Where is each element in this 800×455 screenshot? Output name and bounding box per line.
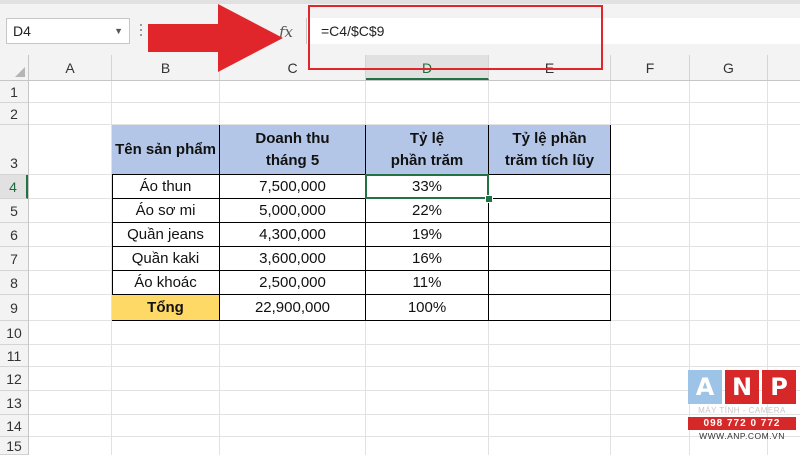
header-percent[interactable]: Tỷ lệ phần trăm	[366, 125, 489, 175]
gridline-horizontal	[29, 344, 800, 345]
revenue-cell[interactable]: 7,500,000	[220, 175, 366, 199]
header-percent-text: Tỷ lệ	[409, 129, 445, 147]
cumulative-cell[interactable]	[489, 247, 611, 271]
row-header-4[interactable]: 4	[0, 175, 28, 199]
revenue-cell[interactable]: 2,500,000	[220, 271, 366, 295]
header-cumulative-percent-text: Tỷ lệ phần	[512, 129, 587, 147]
revenue-cell[interactable]: 4,300,000	[220, 223, 366, 247]
row-header-7[interactable]: 7	[0, 247, 28, 271]
gridline-horizontal	[29, 102, 800, 103]
revenue-cell[interactable]: 3,600,000	[220, 247, 366, 271]
fill-handle[interactable]	[485, 195, 493, 203]
gridline-horizontal	[29, 414, 800, 415]
header-product-text: Tên sản phẩm	[115, 140, 216, 158]
row-headers: 1 2 3 4 5 6 7 8 9 10 11 12 13 14 15	[0, 81, 29, 455]
name-box-value: D4	[13, 23, 31, 39]
logo-tagline: MÁY TÍNH - CAMERA	[698, 406, 786, 415]
row-header-11[interactable]: 11	[0, 345, 28, 367]
product-cell[interactable]: Áo thun	[112, 175, 220, 199]
cumulative-cell[interactable]	[489, 223, 611, 247]
row-header-2[interactable]: 2	[0, 103, 28, 125]
header-percent-text: phần trăm	[390, 151, 464, 169]
gridline-horizontal	[29, 366, 800, 367]
row-header-12[interactable]: 12	[0, 367, 28, 391]
revenue-cell[interactable]: 5,000,000	[220, 199, 366, 223]
total-revenue-cell[interactable]: 22,900,000	[220, 295, 366, 321]
total-cumulative-cell[interactable]	[489, 295, 611, 321]
logo-letter-n: N	[725, 370, 759, 404]
row-header-5[interactable]: 5	[0, 199, 28, 223]
product-cell[interactable]: Quần kaki	[112, 247, 220, 271]
row-header-9[interactable]: 9	[0, 295, 28, 321]
column-headers: ABCDEFG	[0, 55, 800, 81]
header-product[interactable]: Tên sản phẩm	[112, 125, 220, 175]
column-header-d[interactable]: D	[366, 55, 489, 80]
percent-cell[interactable]: 33%	[366, 175, 489, 199]
logo-letter-a: A	[688, 370, 722, 404]
red-arrow-icon	[148, 4, 283, 72]
row-header-6[interactable]: 6	[0, 223, 28, 247]
header-revenue-text: tháng 5	[265, 151, 320, 169]
formula-bar-grip[interactable]	[139, 24, 143, 40]
percent-cell[interactable]: 16%	[366, 247, 489, 271]
row-header-1[interactable]: 1	[0, 81, 28, 103]
select-all-button[interactable]	[0, 55, 29, 80]
column-header-a[interactable]: A	[29, 55, 112, 80]
header-cumulative-percent[interactable]: Tỷ lệ phần trăm tích lũy	[489, 125, 611, 175]
formula-input[interactable]: =C4/$C$9	[306, 18, 800, 44]
gridline-horizontal	[29, 390, 800, 391]
percent-cell[interactable]: 11%	[366, 271, 489, 295]
formula-bar-area: D4 ▼ fx =C4/$C$9	[0, 0, 800, 55]
row-header-13[interactable]: 13	[0, 391, 28, 415]
chevron-down-icon[interactable]: ▼	[114, 19, 123, 43]
product-cell[interactable]: Quần jeans	[112, 223, 220, 247]
header-revenue-text: Doanh thu	[255, 129, 330, 147]
logo-phone: 098 772 0 772	[688, 417, 796, 430]
product-cell[interactable]: Áo khoác	[112, 271, 220, 295]
row-header-15[interactable]: 15	[0, 437, 28, 455]
cumulative-cell[interactable]	[489, 175, 611, 199]
worksheet-grid[interactable]: ABCDEFG 1 2 3 4 5 6 7 8 9 10 11 12 13 14 15 Tên sản ph…	[0, 55, 800, 455]
logo-website: WWW.ANP.COM.VN	[699, 431, 785, 441]
column-header-f[interactable]: F	[611, 55, 690, 80]
name-box[interactable]: D4 ▼	[6, 18, 130, 44]
percent-cell[interactable]: 22%	[366, 199, 489, 223]
row-header-8[interactable]: 8	[0, 271, 28, 295]
product-cell[interactable]: Áo sơ mi	[112, 199, 220, 223]
header-cumulative-percent-text: trăm tích lũy	[504, 151, 595, 169]
logo-letter-p: P	[762, 370, 796, 404]
gridline-horizontal	[29, 436, 800, 437]
percent-cell[interactable]: 19%	[366, 223, 489, 247]
total-percent-cell[interactable]: 100%	[366, 295, 489, 321]
ribbon-edge	[0, 0, 800, 4]
column-header-e[interactable]: E	[489, 55, 611, 80]
cumulative-cell[interactable]	[489, 199, 611, 223]
row-header-3[interactable]: 3	[0, 125, 28, 175]
total-label-cell[interactable]: Tổng	[112, 295, 220, 321]
header-revenue[interactable]: Doanh thu tháng 5	[220, 125, 366, 175]
cumulative-cell[interactable]	[489, 271, 611, 295]
column-header-g[interactable]: G	[690, 55, 768, 80]
row-header-14[interactable]: 14	[0, 415, 28, 437]
anp-logo: A N P MÁY TÍNH - CAMERA 098 772 0 772 WW…	[688, 370, 796, 450]
row-header-10[interactable]: 10	[0, 321, 28, 345]
